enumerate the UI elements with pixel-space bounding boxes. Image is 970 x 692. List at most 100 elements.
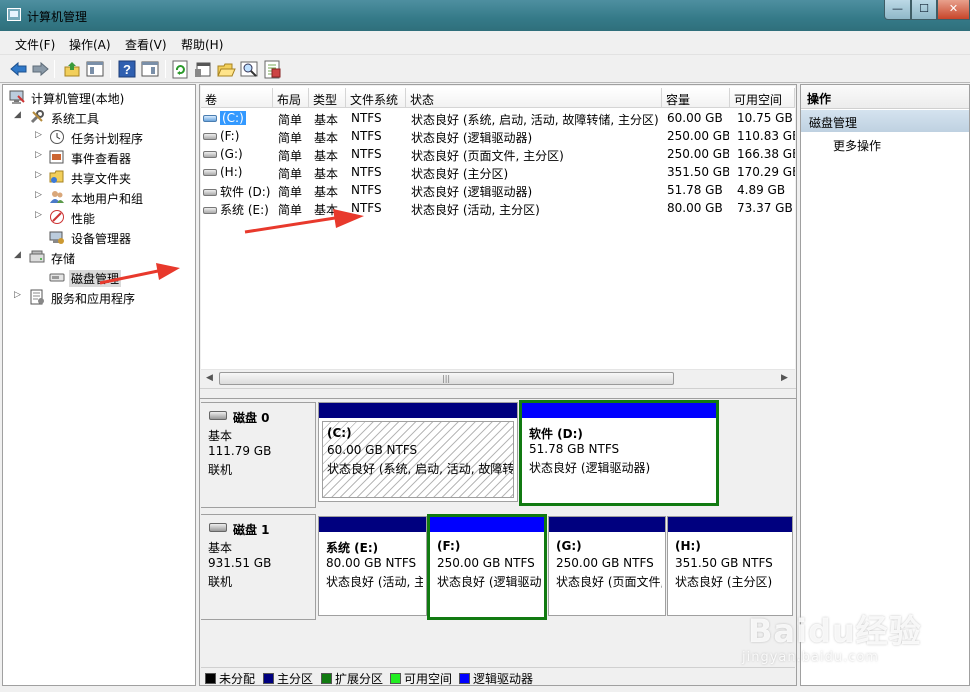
clock-icon bbox=[49, 129, 65, 145]
open-folder-icon[interactable] bbox=[216, 59, 236, 78]
menu-view[interactable]: 查看(V) bbox=[125, 36, 167, 53]
partition-e[interactable]: 系统 (E:) 80.00 GB NTFS 状态良好 (活动, 主分区) bbox=[318, 516, 427, 616]
table-row[interactable]: (C:) 简单 基本 NTFS 状态良好 (系统, 启动, 活动, 故障转储, 主分区)… bbox=[201, 110, 795, 128]
back-arrow-icon[interactable] bbox=[8, 59, 27, 78]
title-bar[interactable]: 计算机管理 — ☐ ✕ bbox=[0, 0, 970, 31]
show-action-pane-icon[interactable] bbox=[140, 59, 159, 78]
expand-arrow-icon[interactable]: ▷ bbox=[35, 131, 44, 140]
collapse-arrow-icon[interactable]: ◢ bbox=[14, 251, 23, 260]
tree-item-computer-management[interactable]: 计算机管理(本地) bbox=[9, 87, 189, 107]
minimize-button[interactable]: — bbox=[884, 0, 911, 20]
grip-icon: ||| bbox=[442, 374, 451, 383]
partition-size: 51.78 GB NTFS bbox=[529, 442, 620, 456]
cell-free: 10.75 GB bbox=[737, 111, 793, 125]
show-hide-tree-icon[interactable] bbox=[85, 59, 104, 78]
tools-icon bbox=[29, 109, 45, 125]
volume-icon bbox=[203, 151, 217, 158]
more-actions-link[interactable]: 更多操作 bbox=[833, 137, 881, 154]
tree-item-event-viewer[interactable]: ▷ 事件查看器 bbox=[9, 147, 189, 167]
scrollbar-thumb[interactable]: ||| bbox=[219, 372, 674, 385]
table-row[interactable]: (G:) 简单 基本 NTFS 状态良好 (页面文件, 主分区) 250.00 GB 166… bbox=[201, 146, 795, 164]
baidu-watermark: Baidu经验 jingyan.baidu.com bbox=[742, 580, 962, 680]
column-header-layout[interactable]: 布局 bbox=[273, 88, 309, 108]
toolbar-separator bbox=[110, 60, 111, 78]
partition-status: 状态良好 (逻辑驱动器) bbox=[437, 575, 541, 589]
hard-disk-icon bbox=[209, 523, 227, 532]
actions-section-disk-management[interactable]: 磁盘管理 bbox=[801, 110, 969, 132]
collapse-arrow-icon[interactable]: ◢ bbox=[14, 111, 23, 120]
column-header-type[interactable]: 类型 bbox=[309, 88, 346, 108]
tree-item-task-scheduler[interactable]: ▷ 任务计划程序 bbox=[9, 127, 189, 147]
cell-type: 基本 bbox=[314, 203, 339, 217]
search-icon[interactable] bbox=[239, 59, 258, 78]
cell-status: 状态良好 (活动, 主分区) bbox=[411, 203, 540, 217]
expand-arrow-icon[interactable]: ▷ bbox=[35, 191, 44, 200]
expand-arrow-icon[interactable]: ▷ bbox=[35, 171, 44, 180]
tree-item-local-users[interactable]: ▷ 本地用户和组 bbox=[9, 187, 189, 207]
menu-action[interactable]: 操作(A) bbox=[69, 36, 111, 53]
tree-item-storage[interactable]: ◢ 存储 bbox=[9, 247, 189, 267]
svg-text:?: ? bbox=[123, 62, 131, 77]
scroll-right-arrow-icon[interactable]: ▶ bbox=[781, 373, 788, 383]
cell-vol: 软件 (D:) bbox=[203, 183, 273, 200]
menu-file[interactable]: 文件(F) bbox=[15, 36, 55, 53]
table-row[interactable]: (F:) 简单 基本 NTFS 状态良好 (逻辑驱动器) 250.00 GB 110.83 … bbox=[201, 128, 795, 146]
disk-1-label[interactable]: 磁盘 1 基本 931.51 GB 联机 bbox=[201, 514, 316, 620]
tree-item-device-manager[interactable]: 设备管理器 bbox=[9, 227, 189, 247]
partition-d[interactable]: 软件 (D:) 51.78 GB NTFS 状态良好 (逻辑驱动器) bbox=[519, 400, 719, 506]
forward-arrow-icon[interactable] bbox=[30, 59, 49, 78]
help-icon[interactable]: ? bbox=[117, 59, 136, 78]
partition-info: 系统 (E:) 80.00 GB NTFS 状态良好 (活动, 主分区) bbox=[322, 535, 423, 612]
event-log-icon bbox=[49, 149, 65, 165]
pane-splitter[interactable] bbox=[200, 388, 796, 399]
up-level-icon[interactable] bbox=[62, 59, 81, 78]
column-header-capacity[interactable]: 容量 bbox=[662, 88, 730, 108]
volume-list-header: 卷 布局 类型 文件系统 状态 容量 可用空间 bbox=[201, 88, 795, 108]
table-row[interactable]: 系统 (E:) 简单 基本 NTFS 状态良好 (活动, 主分区) 80.00 GB 73.… bbox=[201, 200, 795, 218]
table-row[interactable]: (H:) 简单 基本 NTFS 状态良好 (主分区) 351.50 GB 170.29 GB bbox=[201, 164, 795, 182]
menu-help[interactable]: 帮助(H) bbox=[181, 36, 223, 53]
tree-item-services-applications[interactable]: ▷ 服务和应用程序 bbox=[9, 287, 189, 307]
partition-f[interactable]: (F:) 250.00 GB NTFS 状态良好 (逻辑驱动器) bbox=[427, 514, 547, 620]
tree-item-performance[interactable]: ▷ 性能 bbox=[9, 207, 189, 227]
column-header-volume[interactable]: 卷 bbox=[201, 88, 273, 108]
expand-arrow-icon[interactable]: ▷ bbox=[35, 211, 44, 220]
disk-0-label[interactable]: 磁盘 0 基本 111.79 GB 联机 bbox=[201, 402, 316, 508]
disk-kind: 基本 bbox=[208, 541, 233, 555]
column-header-filesystem[interactable]: 文件系统 bbox=[346, 88, 406, 108]
cell-layout: 简单 bbox=[278, 131, 303, 145]
legend-swatch bbox=[263, 673, 274, 684]
scroll-left-arrow-icon[interactable]: ◀ bbox=[206, 373, 213, 383]
tree-item-system-tools[interactable]: ◢ 系统工具 bbox=[9, 107, 189, 127]
cell-fs: NTFS bbox=[351, 147, 382, 161]
close-button[interactable]: ✕ bbox=[937, 0, 970, 20]
hard-disk-icon bbox=[209, 411, 227, 420]
cell-layout: 简单 bbox=[278, 113, 303, 127]
horizontal-scrollbar[interactable]: ◀ ||| ▶ bbox=[201, 369, 795, 386]
tree-item-disk-management[interactable]: 磁盘管理 bbox=[9, 267, 189, 287]
tree-item-shared-folders[interactable]: ▷ 共享文件夹 bbox=[9, 167, 189, 187]
partition-c[interactable]: (C:) 60.00 GB NTFS 状态良好 (系统, 启动, 活动, 故障转… bbox=[318, 402, 518, 502]
tree-item-label: 磁盘管理 bbox=[69, 270, 122, 287]
volume-name: (C:) bbox=[220, 111, 246, 125]
column-header-status[interactable]: 状态 bbox=[406, 88, 662, 108]
services-icon bbox=[29, 289, 45, 305]
expand-arrow-icon[interactable]: ▷ bbox=[35, 151, 44, 160]
cell-fs: NTFS bbox=[351, 183, 382, 197]
partition-status: 状态良好 (活动, 主分区) bbox=[326, 575, 423, 589]
cell-fs: NTFS bbox=[351, 201, 382, 215]
column-header-free-space[interactable]: 可用空间 bbox=[730, 88, 795, 108]
legend-swatch bbox=[459, 673, 470, 684]
tree-item-label: 性能 bbox=[71, 212, 96, 226]
export-list-icon[interactable] bbox=[262, 59, 281, 79]
partition-g[interactable]: (G:) 250.00 GB NTFS 状态良好 (页面文件, 主分区) bbox=[548, 516, 666, 616]
table-row[interactable]: 软件 (D:) 简单 基本 NTFS 状态良好 (逻辑驱动器) 51.78 GB 4.89 … bbox=[201, 182, 795, 200]
expand-arrow-icon[interactable]: ▷ bbox=[14, 291, 23, 300]
volume-list: 卷 布局 类型 文件系统 状态 容量 可用空间 (C:) 简单基本 NTFS 状态良好… bbox=[201, 86, 795, 386]
partition-legend: 未分配 主分区 扩展分区 可用空间 逻辑驱动器 bbox=[201, 667, 795, 686]
disk-management-pane: 卷 布局 类型 文件系统 状态 容量 可用空间 (C:) 简单基本 NTFS 状态良好… bbox=[199, 84, 797, 686]
refresh-icon[interactable] bbox=[170, 59, 189, 79]
maximize-button[interactable]: ☐ bbox=[911, 0, 937, 20]
tree-item-label: 事件查看器 bbox=[71, 152, 132, 166]
properties-icon[interactable] bbox=[193, 59, 212, 78]
